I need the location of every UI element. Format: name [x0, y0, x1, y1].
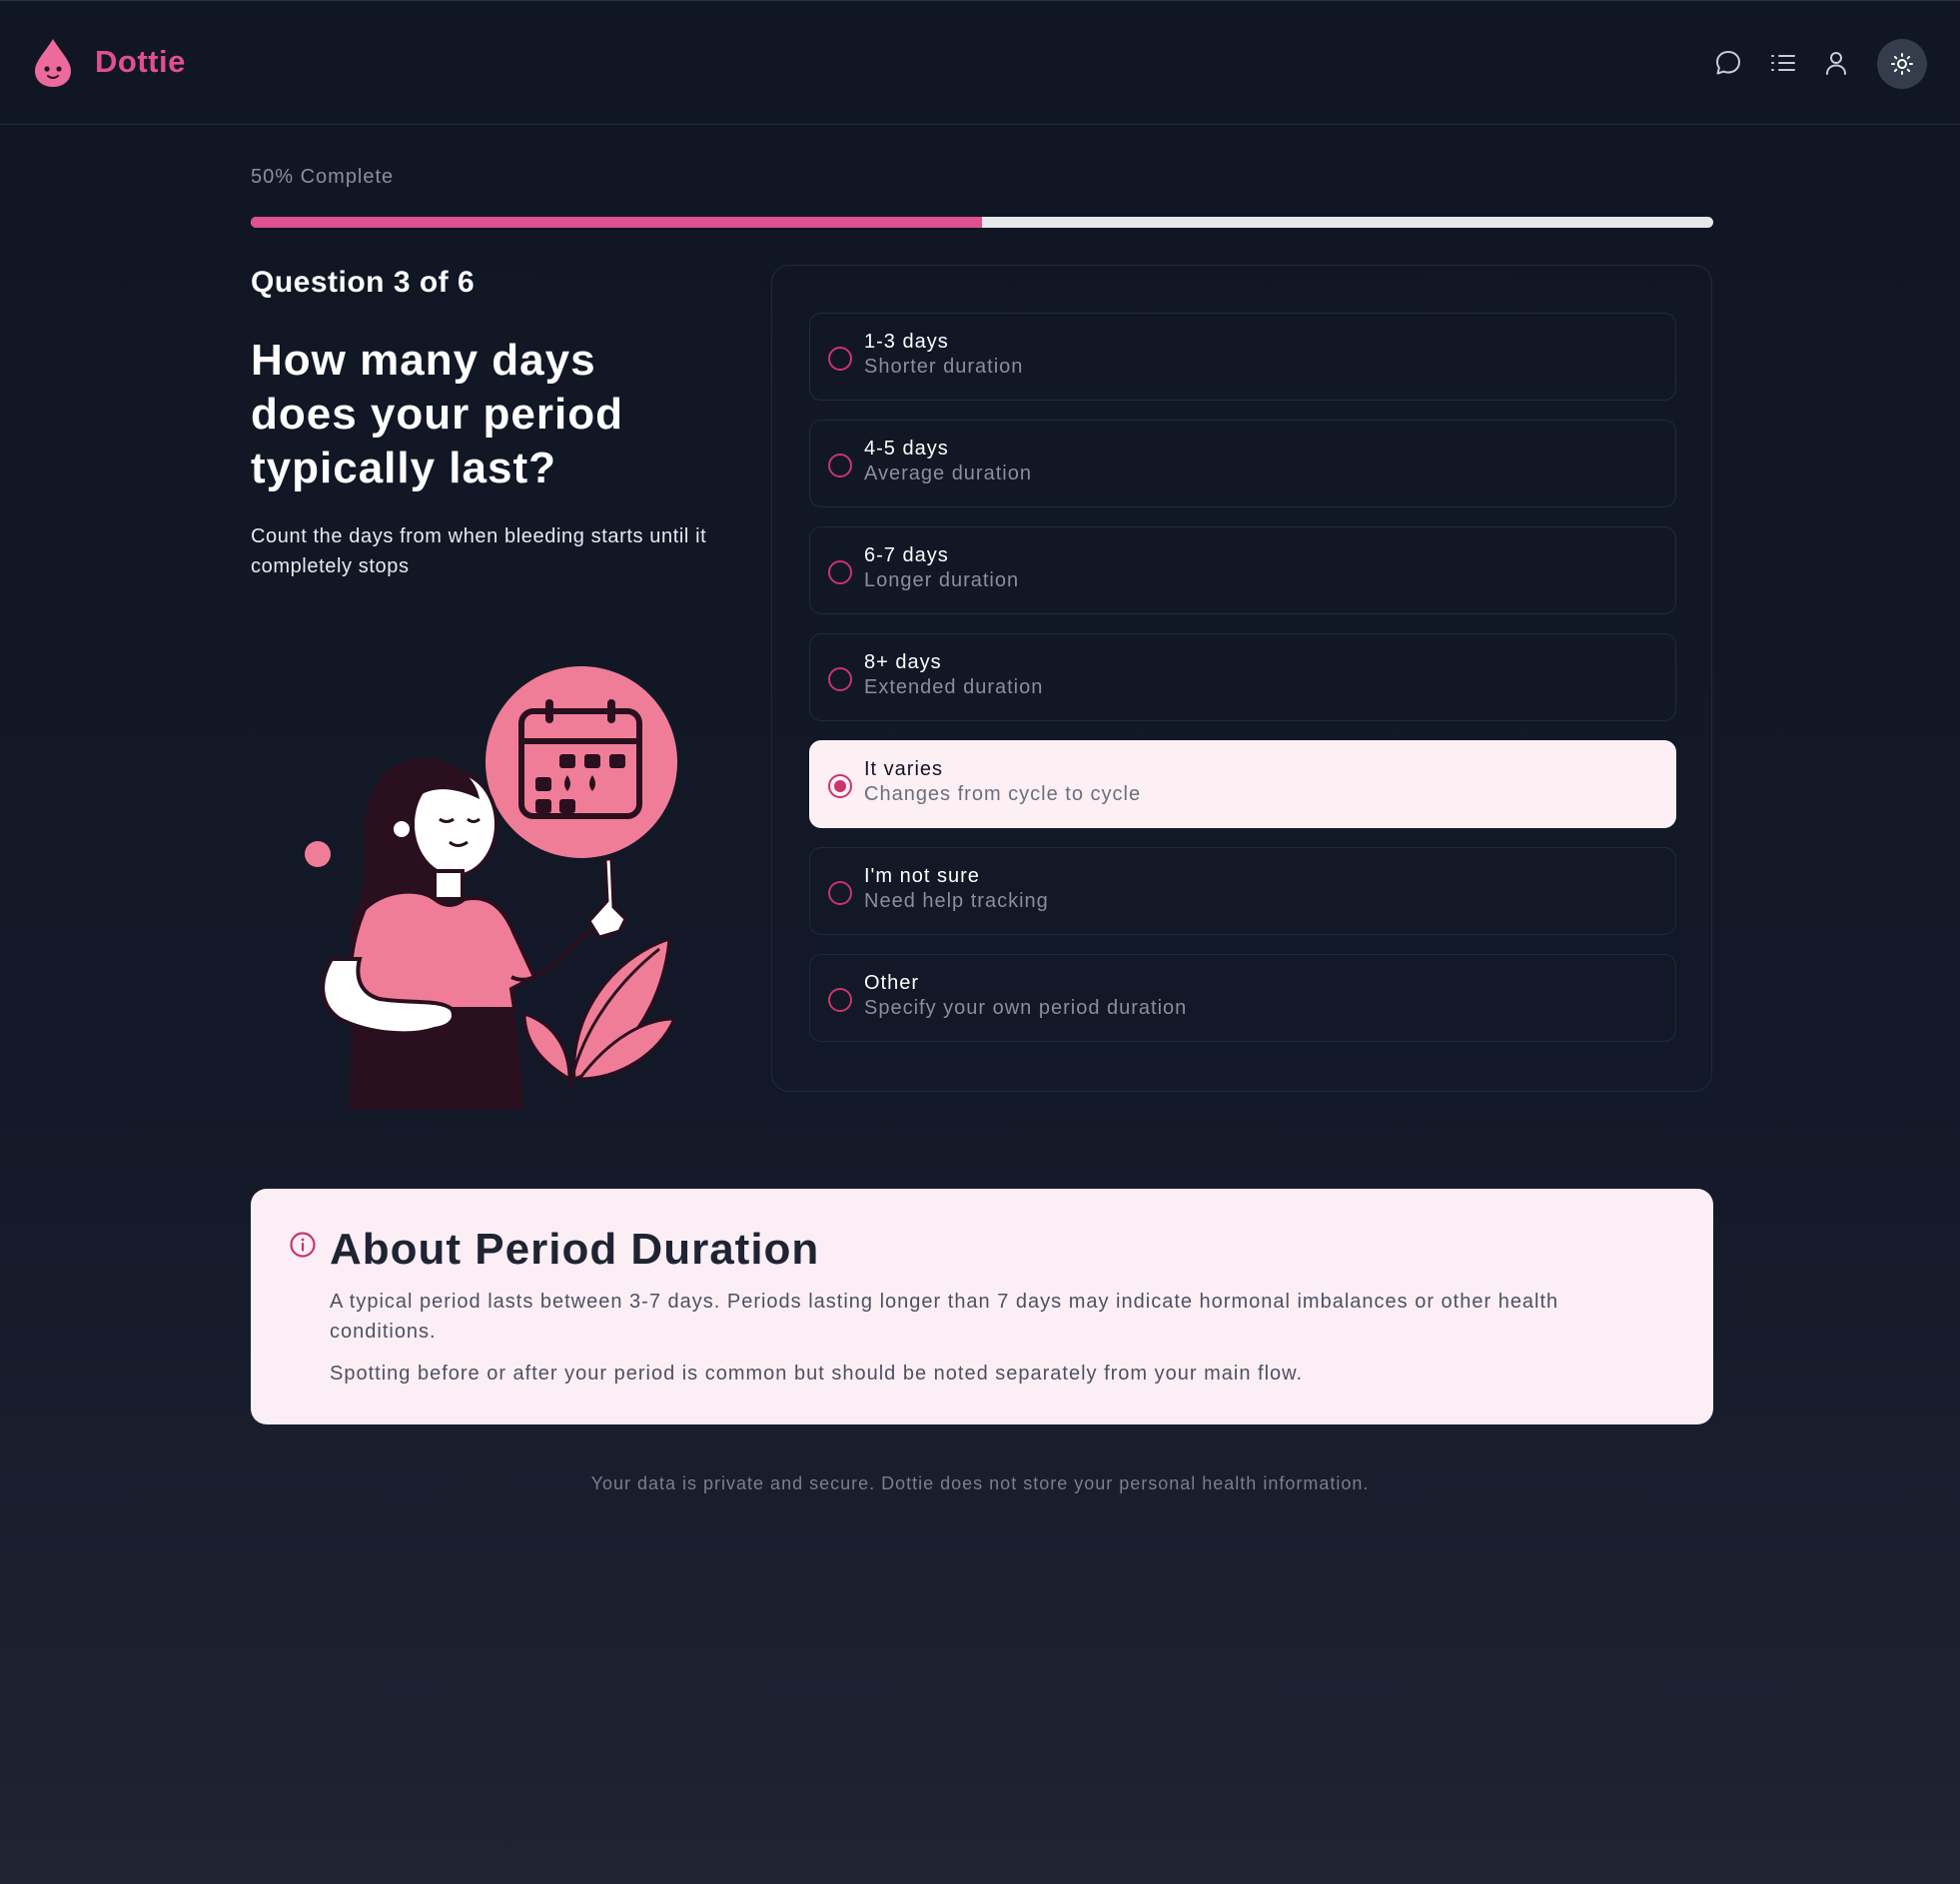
radio-button[interactable]: [828, 667, 852, 691]
option-other[interactable]: Other Specify your own period duration: [809, 954, 1676, 1042]
option-not-sure[interactable]: I'm not sure Need help tracking: [809, 847, 1676, 935]
sun-icon: [1891, 53, 1913, 75]
option-label: 1-3 days: [864, 331, 949, 353]
option-1-3-days[interactable]: 1-3 days Shorter duration: [809, 313, 1676, 401]
info-card: About Period Duration A typical period l…: [251, 1189, 1713, 1424]
question-counter: Question 3 of 6: [251, 266, 476, 299]
info-icon: [290, 1232, 316, 1258]
option-description: Longer duration: [864, 569, 1020, 591]
privacy-note: Your data is private and secure. Dottie …: [590, 1473, 1370, 1493]
progress-label: 50% Complete: [251, 166, 395, 188]
option-label: 6-7 days: [864, 544, 949, 566]
option-description: Average duration: [864, 463, 1032, 484]
list-icon[interactable]: [1765, 45, 1801, 81]
options-panel: 1-3 days Shorter duration 4-5 days Avera…: [771, 265, 1712, 1092]
radio-button[interactable]: [828, 881, 852, 905]
option-description: Extended duration: [864, 676, 1044, 698]
option-label: I'm not sure: [864, 865, 980, 887]
radio-button-checked[interactable]: [828, 774, 852, 798]
chat-icon[interactable]: [1710, 45, 1746, 81]
option-description: Need help tracking: [864, 890, 1049, 912]
top-header: Dottie: [0, 0, 1960, 125]
option-4-5-days[interactable]: 4-5 days Average duration: [809, 420, 1676, 507]
radio-button[interactable]: [828, 347, 852, 371]
radio-button[interactable]: [828, 454, 852, 477]
option-label: 8+ days: [864, 651, 942, 673]
theme-toggle-button[interactable]: [1877, 39, 1927, 89]
progress-fill: [251, 217, 982, 228]
option-6-7-days[interactable]: 6-7 days Longer duration: [809, 526, 1676, 614]
user-icon[interactable]: [1818, 45, 1854, 81]
radio-button[interactable]: [828, 560, 852, 584]
info-paragraph: A typical period lasts between 3-7 days.…: [330, 1291, 1559, 1343]
option-label: Other: [864, 972, 920, 994]
radio-button[interactable]: [828, 988, 852, 1012]
question-hint: Count the days from when bleeding starts…: [251, 525, 707, 577]
option-label: It varies: [864, 758, 944, 780]
option-description: Specify your own period duration: [864, 997, 1188, 1019]
dottie-logo[interactable]: [32, 37, 74, 89]
option-8-plus-days[interactable]: 8+ days Extended duration: [809, 633, 1676, 721]
brand-name[interactable]: Dottie: [95, 44, 186, 80]
info-title: About Period Duration: [330, 1225, 820, 1274]
option-label: 4-5 days: [864, 438, 949, 460]
option-description: Changes from cycle to cycle: [864, 783, 1142, 805]
woman-calendar-illustration: [305, 666, 677, 1109]
progress-bar: [251, 217, 1713, 228]
option-it-varies[interactable]: It varies Changes from cycle to cycle: [809, 740, 1676, 828]
question-title: How many days does your period typically…: [251, 336, 623, 492]
option-description: Shorter duration: [864, 356, 1024, 378]
info-paragraph: Spotting before or after your period is …: [330, 1363, 1304, 1385]
